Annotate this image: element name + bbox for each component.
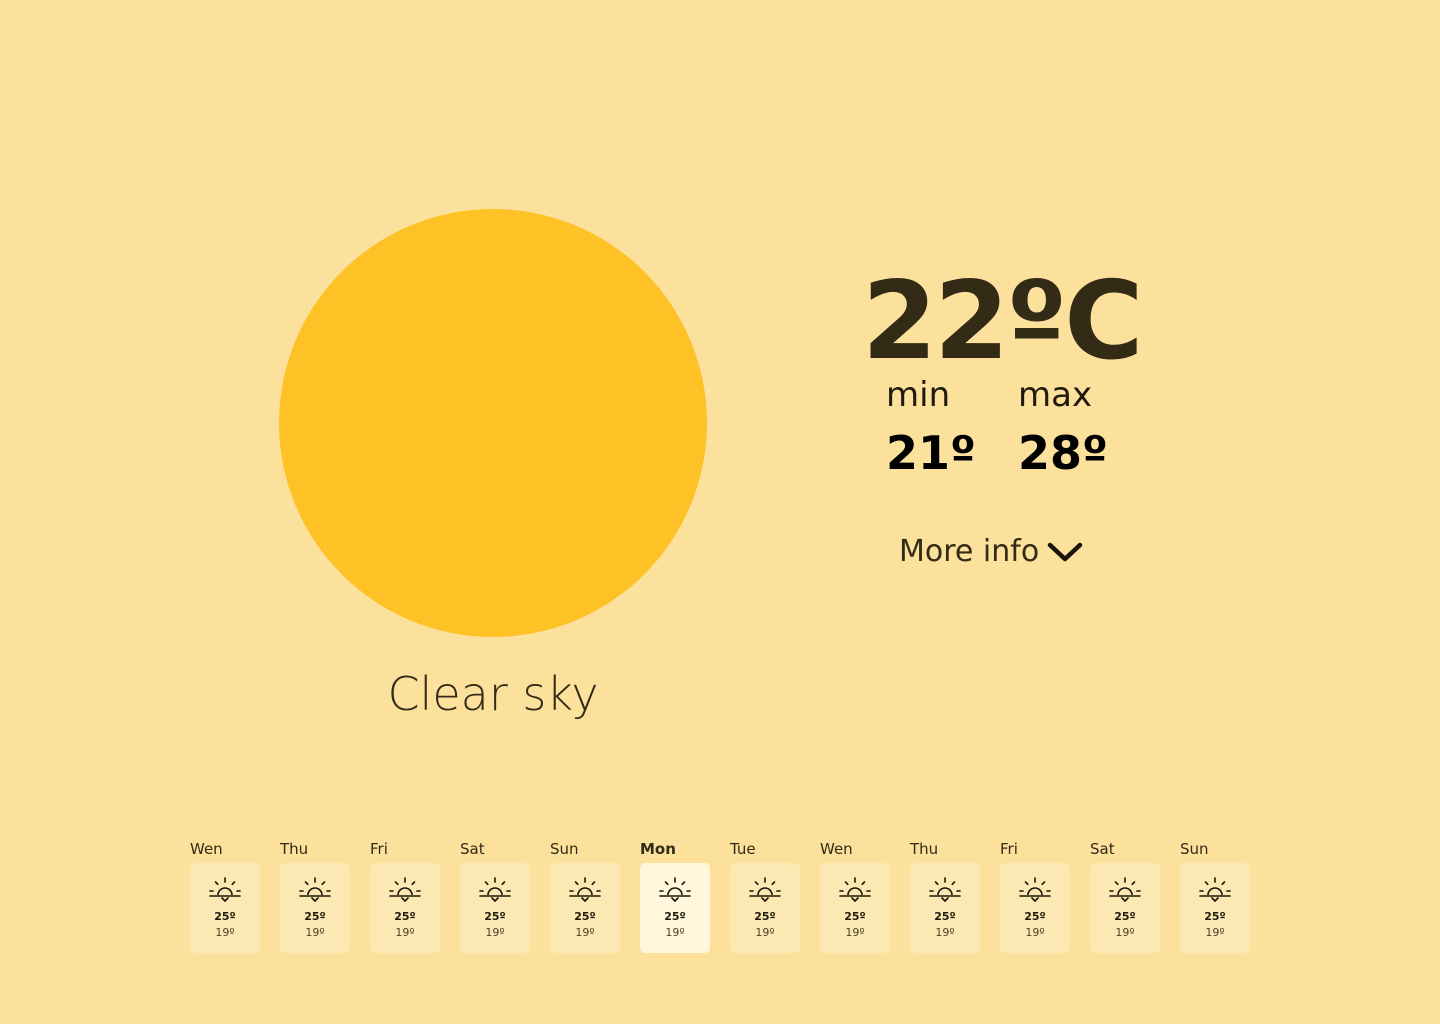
forecast-day-name: Sat bbox=[460, 840, 485, 858]
forecast-card[interactable]: 25º 19º bbox=[910, 863, 980, 953]
weather-condition: Clear sky bbox=[387, 667, 599, 721]
forecast-day-name: Mon bbox=[640, 840, 676, 858]
forecast-strip: Wen 25º 19º Thu 25º 19º Fri 25º 19º Sat 25º 19º Sun 2… bbox=[190, 838, 1250, 953]
forecast-low: 19º bbox=[1025, 926, 1045, 939]
forecast-high: 25º bbox=[574, 910, 596, 923]
forecast-card[interactable]: 25º 19º bbox=[460, 863, 530, 953]
forecast-day[interactable]: Wen 25º 19º bbox=[820, 838, 890, 953]
sunrise-icon bbox=[929, 877, 961, 902]
forecast-day-name: Wen bbox=[190, 840, 223, 858]
forecast-low: 19º bbox=[755, 926, 775, 939]
forecast-day-name: Thu bbox=[910, 840, 939, 858]
forecast-day-name: Wen bbox=[820, 840, 853, 858]
forecast-day[interactable]: Thu 25º 19º bbox=[280, 838, 350, 953]
forecast-day[interactable]: Tue 25º 19º bbox=[730, 838, 800, 953]
forecast-card[interactable]: 25º 19º bbox=[1180, 863, 1250, 953]
min-temperature: min 21º bbox=[886, 374, 1006, 486]
forecast-day[interactable]: Thu 25º 19º bbox=[910, 838, 980, 953]
forecast-day-name: Thu bbox=[280, 840, 309, 858]
max-temperature: max 28º bbox=[1018, 374, 1138, 486]
sunrise-icon bbox=[1109, 877, 1141, 902]
forecast-high: 25º bbox=[754, 910, 776, 923]
forecast-high: 25º bbox=[484, 910, 506, 923]
forecast-day[interactable]: Fri 25º 19º bbox=[370, 838, 440, 953]
forecast-low: 19º bbox=[305, 926, 325, 939]
forecast-low: 19º bbox=[1115, 926, 1135, 939]
sunrise-icon bbox=[839, 877, 871, 902]
forecast-day[interactable]: Sat 25º 19º bbox=[460, 838, 530, 953]
forecast-card[interactable]: 25º 19º bbox=[370, 863, 440, 953]
forecast-card[interactable]: 25º 19º bbox=[1090, 863, 1160, 953]
forecast-card[interactable]: 25º 19º bbox=[280, 863, 350, 953]
chevron-down-icon bbox=[1047, 542, 1083, 562]
forecast-day[interactable]: Wen 25º 19º bbox=[190, 838, 260, 953]
sunrise-icon bbox=[209, 877, 241, 902]
more-info-button[interactable]: More info bbox=[899, 530, 1083, 574]
forecast-day-name: Fri bbox=[1000, 840, 1018, 858]
forecast-low: 19º bbox=[845, 926, 865, 939]
forecast-card[interactable]: 25º 19º bbox=[640, 863, 710, 953]
forecast-day[interactable]: Sat 25º 19º bbox=[1090, 838, 1160, 953]
sun-icon bbox=[279, 209, 707, 637]
forecast-day[interactable]: Sun 25º 19º bbox=[550, 838, 620, 953]
forecast-day-name: Sun bbox=[1180, 840, 1209, 858]
sunrise-icon bbox=[389, 877, 421, 902]
forecast-low: 19º bbox=[1205, 926, 1225, 939]
sunrise-icon bbox=[1019, 877, 1051, 902]
min-label: min bbox=[886, 375, 951, 415]
max-value: 28º bbox=[1018, 426, 1108, 480]
forecast-high: 25º bbox=[844, 910, 866, 923]
forecast-low: 19º bbox=[575, 926, 595, 939]
forecast-high: 25º bbox=[1024, 910, 1046, 923]
forecast-high: 25º bbox=[304, 910, 326, 923]
forecast-high: 25º bbox=[394, 910, 416, 923]
forecast-day[interactable]: Fri 25º 19º bbox=[1000, 838, 1070, 953]
forecast-day-name: Fri bbox=[370, 840, 388, 858]
forecast-low: 19º bbox=[215, 926, 235, 939]
forecast-card[interactable]: 25º 19º bbox=[730, 863, 800, 953]
max-label: max bbox=[1018, 375, 1093, 415]
forecast-high: 25º bbox=[1204, 910, 1226, 923]
sunrise-icon bbox=[299, 877, 331, 902]
forecast-day-name: Sun bbox=[550, 840, 579, 858]
forecast-day[interactable]: Sun 25º 19º bbox=[1180, 838, 1250, 953]
sunrise-icon bbox=[659, 877, 691, 902]
forecast-low: 19º bbox=[665, 926, 685, 939]
forecast-card[interactable]: 25º 19º bbox=[550, 863, 620, 953]
sunrise-icon bbox=[1199, 877, 1231, 902]
current-temperature: 22ºC bbox=[862, 259, 1143, 384]
forecast-day[interactable]: Mon 25º 19º bbox=[640, 838, 710, 953]
min-value: 21º bbox=[886, 426, 976, 480]
sunrise-icon bbox=[479, 877, 511, 902]
forecast-high: 25º bbox=[1114, 910, 1136, 923]
forecast-card[interactable]: 25º 19º bbox=[190, 863, 260, 953]
sunrise-icon bbox=[569, 877, 601, 902]
forecast-low: 19º bbox=[395, 926, 415, 939]
forecast-high: 25º bbox=[934, 910, 956, 923]
more-info-label: More info bbox=[899, 534, 1040, 569]
forecast-low: 19º bbox=[485, 926, 505, 939]
forecast-card[interactable]: 25º 19º bbox=[820, 863, 890, 953]
forecast-high: 25º bbox=[214, 910, 236, 923]
forecast-high: 25º bbox=[664, 910, 686, 923]
forecast-low: 19º bbox=[935, 926, 955, 939]
forecast-card[interactable]: 25º 19º bbox=[1000, 863, 1070, 953]
forecast-day-name: Sat bbox=[1090, 840, 1115, 858]
forecast-day-name: Tue bbox=[730, 840, 756, 858]
sunrise-icon bbox=[749, 877, 781, 902]
